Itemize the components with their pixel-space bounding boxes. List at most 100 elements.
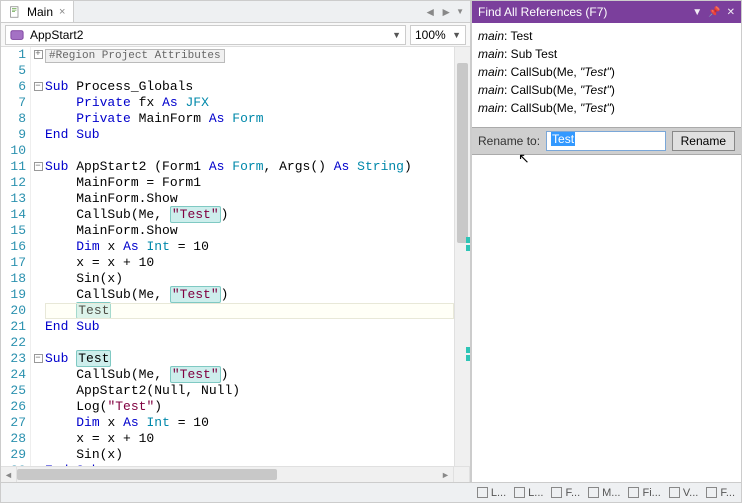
code-line[interactable]: CallSub(Me, "Test") [45,287,454,303]
reference-item[interactable]: main: Test [478,27,735,45]
marker [466,355,470,361]
reference-item[interactable]: main: CallSub(Me, "Test") [478,99,735,117]
chevron-down-icon: ▼ [392,30,401,40]
status-cell[interactable]: M... [588,487,620,499]
nav-bar: AppStart2 ▼ 100% ▼ [1,23,470,47]
marker [466,245,470,251]
tab-strip: Main × ◄ ► ▼ [1,1,470,23]
status-label: V... [683,487,699,499]
status-label: F... [720,487,735,499]
code-line[interactable]: Sub AppStart2 (Form1 As Form, Args() As … [45,159,454,175]
rename-bar: Rename to: Test Rename ↖ [472,127,741,155]
rename-input-value: Test [551,132,575,146]
code-line[interactable]: MainForm.Show [45,191,454,207]
status-cell[interactable]: L... [477,487,506,499]
pin-icon[interactable]: 📌 [708,7,720,18]
chevron-down-icon: ▼ [452,30,461,40]
status-icon [477,487,488,498]
fold-gutter: +−−− [31,47,45,466]
marker [466,237,470,243]
code-line[interactable] [45,63,454,79]
tab-nav: ◄ ► ▼ [424,1,470,22]
status-icon [514,487,525,498]
editor-body[interactable]: 1567891011121314151617181920212223242526… [1,47,470,466]
tab-list-icon[interactable]: ▼ [456,7,464,16]
code-line[interactable]: Sub Test [45,351,454,367]
scroll-corner [454,467,470,482]
status-label: L... [528,487,543,499]
status-icon [551,487,562,498]
close-icon[interactable]: ✕ [727,7,735,18]
code-line[interactable] [45,335,454,351]
code-line[interactable]: Dim x As Int = 10 [45,415,454,431]
code-line[interactable]: MainForm.Show [45,223,454,239]
reference-item[interactable]: main: CallSub(Me, "Test") [478,81,735,99]
code-line[interactable]: Dim x As Int = 10 [45,239,454,255]
code-line[interactable]: x = x + 10 [45,431,454,447]
editor-panel: Main × ◄ ► ▼ AppStart2 ▼ 100% ▼ 15678910… [1,1,471,482]
marker [466,347,470,353]
references-list: main: Testmain: Sub Testmain: CallSub(Me… [472,23,741,121]
code-line[interactable]: Log("Test") [45,399,454,415]
status-cell[interactable]: V... [669,487,699,499]
find-references-panel: Find All References (F7) ▼ 📌 ✕ main: Tes… [471,1,741,482]
status-label: L... [491,487,506,499]
code-line[interactable]: CallSub(Me, "Test") [45,367,454,383]
code-line[interactable]: Private fx As JFX [45,95,454,111]
status-icon [628,487,639,498]
status-cell[interactable]: L... [514,487,543,499]
status-label: M... [602,487,620,499]
code-line[interactable]: End Sub [45,463,454,466]
code-line[interactable]: End Sub [45,319,454,335]
panel-title: Find All References (F7) [478,5,607,19]
tab-main[interactable]: Main × [1,1,74,22]
rename-input[interactable]: Test [546,131,666,151]
code-line[interactable]: #Region Project Attributes [45,47,454,63]
status-bar: L... L... F... M... Fi... V... F... [1,482,741,502]
cursor-icon: ↖ [518,150,530,167]
panel-title-bar: Find All References (F7) ▼ 📌 ✕ [472,1,741,23]
panel-menu-icon[interactable]: ▼ [692,7,702,18]
code-line[interactable]: Sub Process_Globals [45,79,454,95]
rename-button[interactable]: Rename [672,131,735,151]
scrollbar-thumb[interactable] [457,63,468,243]
code-line[interactable]: Sin(x) [45,447,454,463]
tab-close-icon[interactable]: × [59,6,65,18]
code-line[interactable]: Test [45,303,454,319]
zoom-value: 100% [415,28,446,42]
code-line[interactable]: x = x + 10 [45,255,454,271]
code-line[interactable]: AppStart2(Null, Null) [45,383,454,399]
rename-label: Rename to: [478,134,540,148]
status-cell[interactable]: Fi... [628,487,660,499]
status-label: Fi... [642,487,660,499]
scroll-right-icon[interactable]: ► [438,467,454,482]
status-cell[interactable]: F... [706,487,735,499]
status-icon [669,487,680,498]
vertical-scrollbar[interactable] [454,47,470,466]
code-line[interactable]: End Sub [45,127,454,143]
code-line[interactable]: Private MainForm As Form [45,111,454,127]
code-line[interactable]: MainForm = Form1 [45,175,454,191]
scroll-left-icon[interactable]: ◄ [1,467,17,482]
code-line[interactable] [45,143,454,159]
tab-prev-icon[interactable]: ◄ [424,5,436,19]
code-area[interactable]: #Region Project Attributes Sub Process_Gl… [45,47,454,466]
sub-icon [10,28,24,42]
member-combo-label: AppStart2 [30,28,83,42]
code-line[interactable]: CallSub(Me, "Test") [45,207,454,223]
zoom-combo[interactable]: 100% ▼ [410,25,466,45]
code-line[interactable]: Sin(x) [45,271,454,287]
status-label: F... [565,487,580,499]
line-gutter: 1567891011121314151617181920212223242526… [1,47,31,466]
horizontal-scrollbar[interactable]: ◄ ► [1,466,470,482]
reference-item[interactable]: main: CallSub(Me, "Test") [478,63,735,81]
status-icon [706,487,717,498]
status-icon [588,487,599,498]
tab-next-icon[interactable]: ► [440,5,452,19]
page-icon [9,6,21,18]
member-combo[interactable]: AppStart2 ▼ [5,25,406,45]
reference-item[interactable]: main: Sub Test [478,45,735,63]
tab-label: Main [27,5,53,19]
scrollbar-thumb[interactable] [17,469,277,480]
status-cell[interactable]: F... [551,487,580,499]
